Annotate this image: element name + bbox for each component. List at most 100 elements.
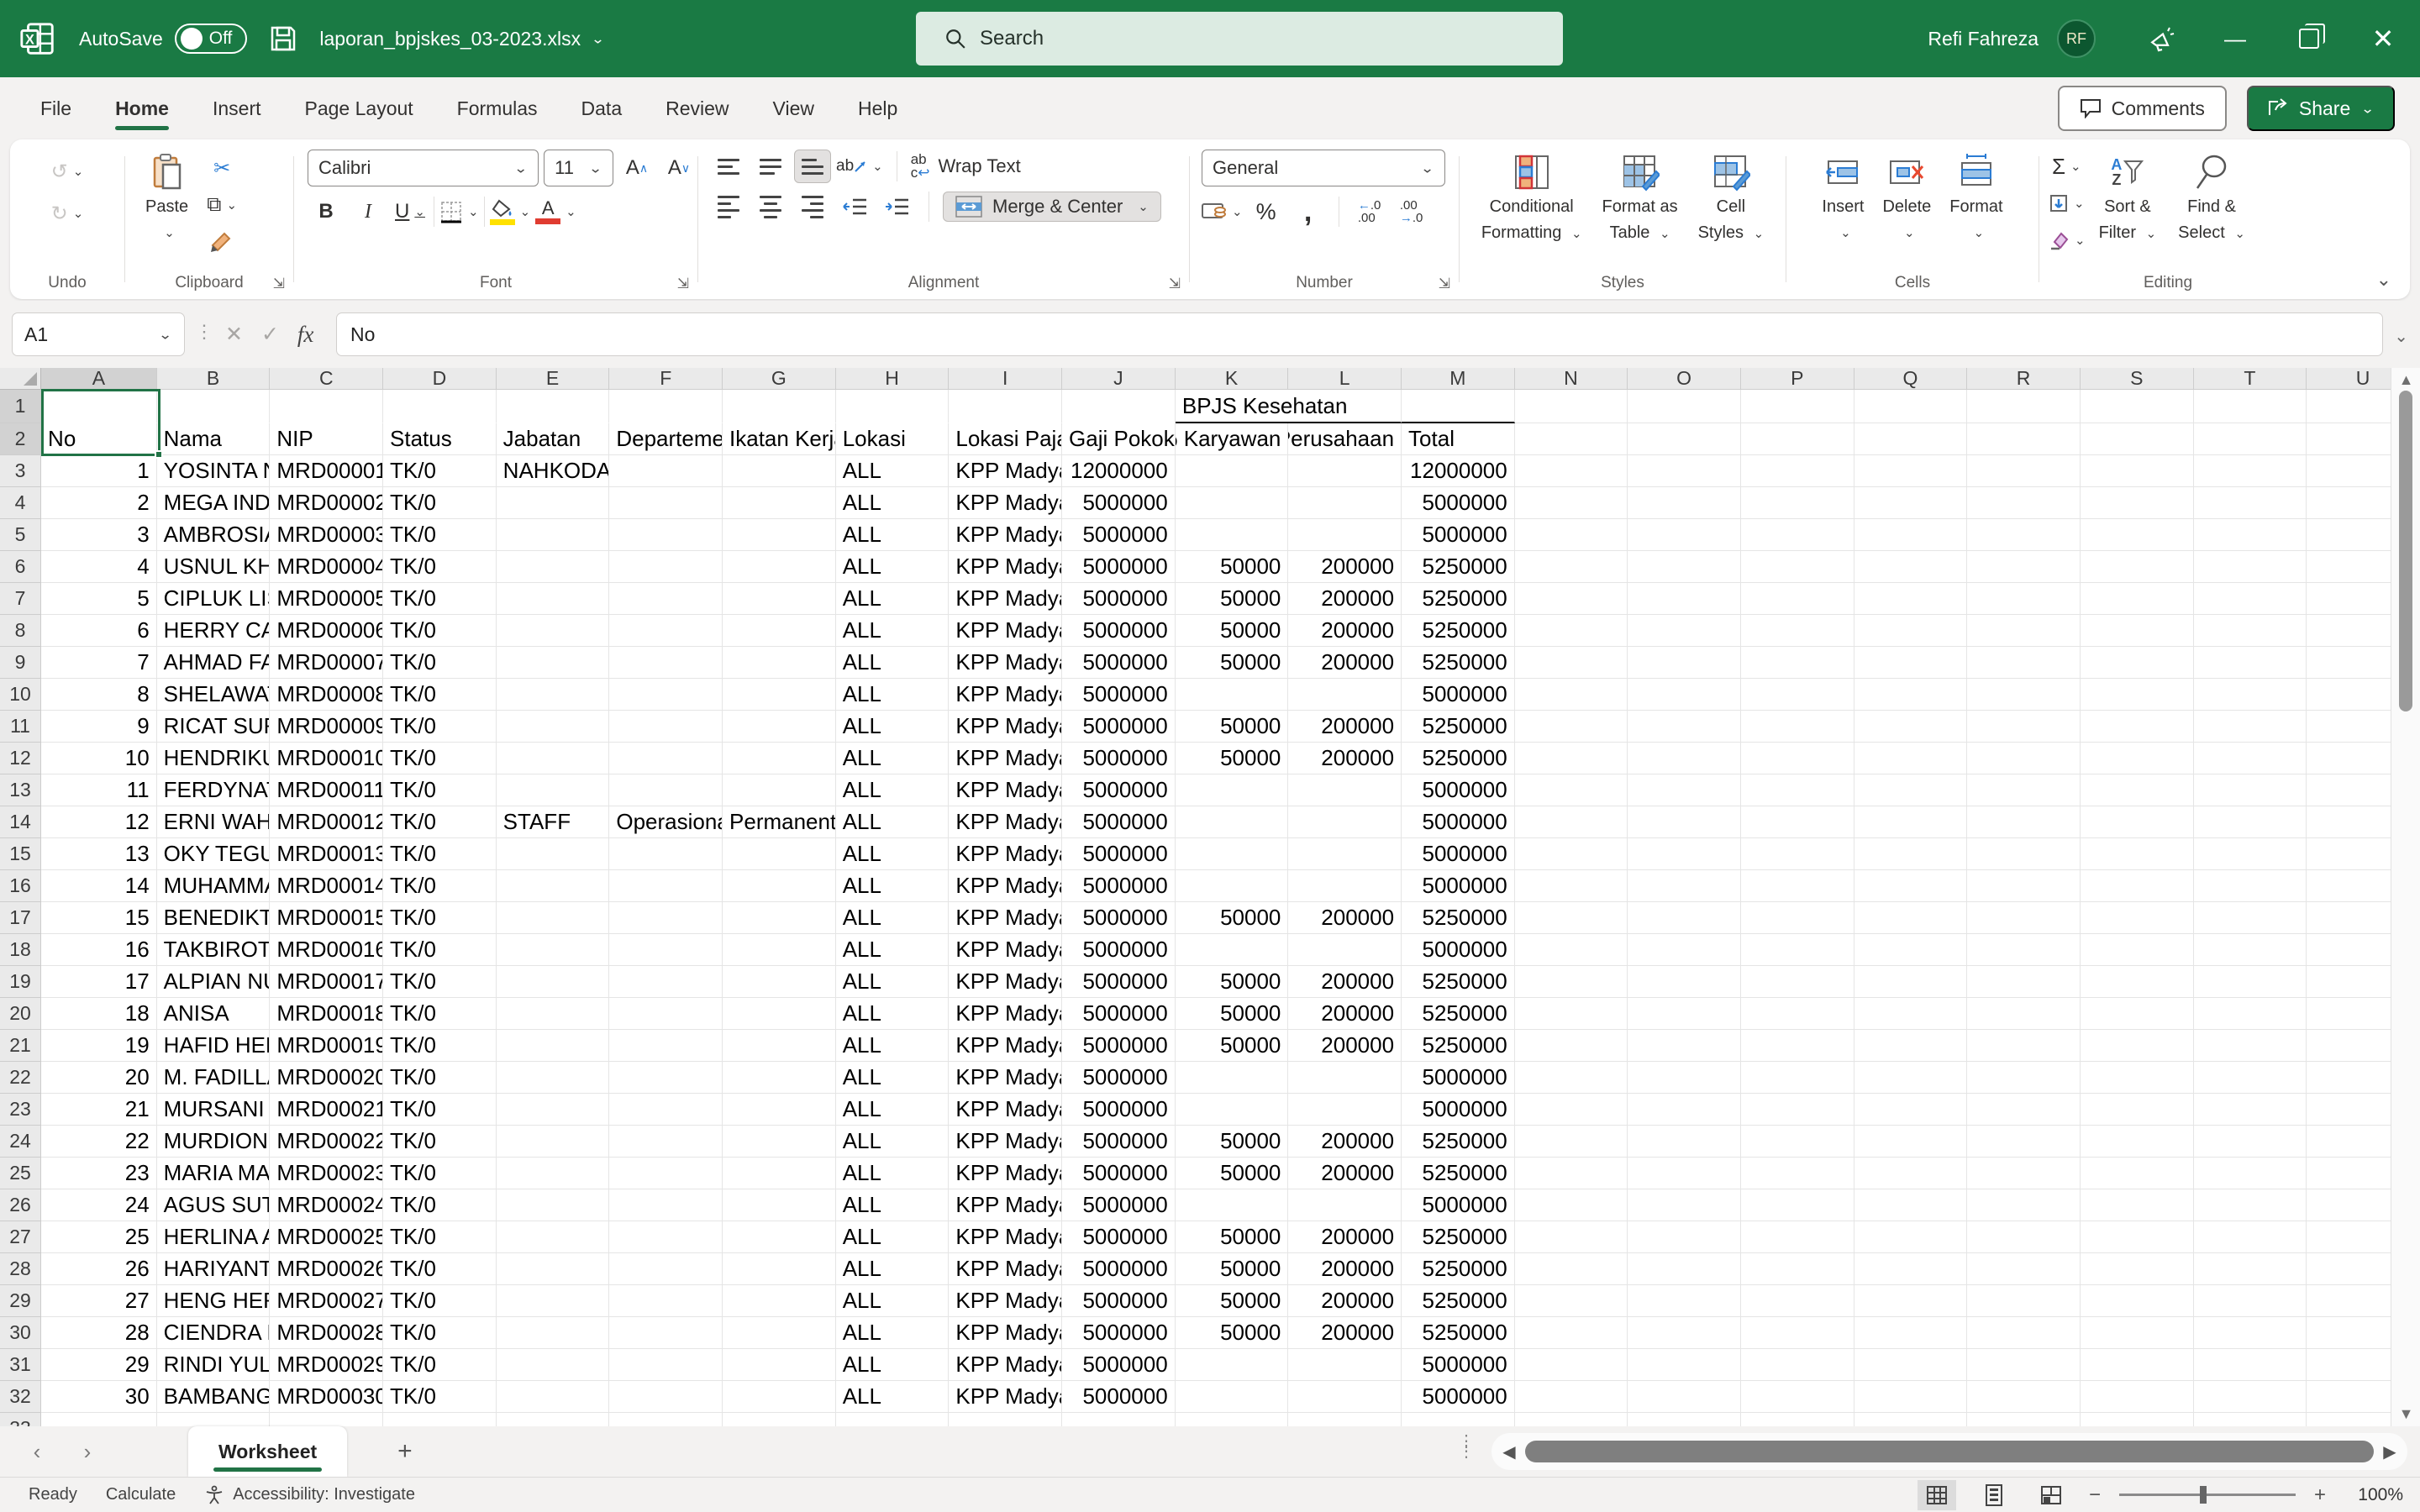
cell-I12[interactable]: KPP Madya bbox=[949, 743, 1062, 774]
cell-S12[interactable] bbox=[2081, 743, 2194, 774]
cell-B9[interactable]: AHMAD FA bbox=[157, 647, 271, 679]
cell-I14[interactable]: KPP Madya bbox=[949, 806, 1062, 838]
tab-help[interactable]: Help bbox=[836, 86, 919, 132]
cell-B15[interactable]: OKY TEGUH bbox=[157, 838, 271, 870]
cell-R21[interactable] bbox=[1967, 1030, 2081, 1062]
cell-A27[interactable]: 25 bbox=[41, 1221, 157, 1253]
cell-E5[interactable] bbox=[497, 519, 610, 551]
scrollbar-grip-icon[interactable]: ⋮⋮ bbox=[1458, 1436, 1475, 1457]
cell-H11[interactable]: ALL bbox=[836, 711, 950, 743]
cell-G16[interactable] bbox=[723, 870, 836, 902]
cell-C26[interactable]: MRD00024 bbox=[270, 1189, 383, 1221]
cell-E16[interactable] bbox=[497, 870, 610, 902]
cell-P25[interactable] bbox=[1741, 1158, 1854, 1189]
confirm-entry-icon[interactable]: ✓ bbox=[261, 322, 279, 347]
cell-S17[interactable] bbox=[2081, 902, 2194, 934]
cell-L31[interactable] bbox=[1288, 1349, 1402, 1381]
cell-H16[interactable]: ALL bbox=[836, 870, 950, 902]
document-title[interactable]: laporan_bpjskes_03-2023.xlsx ⌄ bbox=[319, 28, 604, 50]
cell-M16[interactable]: 5000000 bbox=[1402, 870, 1515, 902]
column-header-J[interactable]: J bbox=[1062, 368, 1176, 390]
cell-G15[interactable] bbox=[723, 838, 836, 870]
cell-L27[interactable]: 200000 bbox=[1288, 1221, 1402, 1253]
cell-H13[interactable]: ALL bbox=[836, 774, 950, 806]
autosum-icon[interactable]: Σ⌄ bbox=[2048, 150, 2086, 183]
cell-Q16[interactable] bbox=[1854, 870, 1968, 902]
cell-J7[interactable]: 5000000 bbox=[1062, 583, 1176, 615]
cell-B10[interactable]: SHELAWAT bbox=[157, 679, 271, 711]
cell-G20[interactable] bbox=[723, 998, 836, 1030]
column-header-I[interactable]: I bbox=[949, 368, 1062, 390]
cell-N30[interactable] bbox=[1515, 1317, 1628, 1349]
cell-R25[interactable] bbox=[1967, 1158, 2081, 1189]
cell-T13[interactable] bbox=[2194, 774, 2307, 806]
cell-N11[interactable] bbox=[1515, 711, 1628, 743]
tab-file[interactable]: File bbox=[18, 86, 93, 132]
increase-indent-icon[interactable] bbox=[878, 190, 915, 223]
cell-I4[interactable]: KPP Madya bbox=[949, 487, 1062, 519]
cell-M13[interactable]: 5000000 bbox=[1402, 774, 1515, 806]
cell-K29[interactable]: 50000 bbox=[1176, 1285, 1289, 1317]
decrease-decimal-icon[interactable]: .00→.0 bbox=[1393, 195, 1430, 228]
cell-G21[interactable] bbox=[723, 1030, 836, 1062]
cell-G13[interactable] bbox=[723, 774, 836, 806]
cell-N22[interactable] bbox=[1515, 1062, 1628, 1094]
row-header-10[interactable]: 10 bbox=[0, 679, 41, 711]
cell-C7[interactable]: MRD00005 bbox=[270, 583, 383, 615]
cell-O2[interactable] bbox=[1628, 423, 1741, 455]
cell-R19[interactable] bbox=[1967, 966, 2081, 998]
cell-G30[interactable] bbox=[723, 1317, 836, 1349]
cell-G31[interactable] bbox=[723, 1349, 836, 1381]
cell-H30[interactable]: ALL bbox=[836, 1317, 950, 1349]
cell-D5[interactable]: TK/0 bbox=[383, 519, 497, 551]
cell-S4[interactable] bbox=[2081, 487, 2194, 519]
status-calculate[interactable]: Calculate bbox=[106, 1485, 176, 1504]
cell-P27[interactable] bbox=[1741, 1221, 1854, 1253]
column-header-O[interactable]: O bbox=[1628, 368, 1741, 390]
cell-L18[interactable] bbox=[1288, 934, 1402, 966]
active-cell-selection[interactable] bbox=[41, 389, 160, 456]
cell-J29[interactable]: 5000000 bbox=[1062, 1285, 1176, 1317]
cell-Q18[interactable] bbox=[1854, 934, 1968, 966]
cell-D28[interactable]: TK/0 bbox=[383, 1253, 497, 1285]
cell-S18[interactable] bbox=[2081, 934, 2194, 966]
cell-F14[interactable]: Operasional bbox=[609, 806, 723, 838]
cell-B27[interactable]: HERLINA AI bbox=[157, 1221, 271, 1253]
cell-E23[interactable] bbox=[497, 1094, 610, 1126]
cell-A11[interactable]: 9 bbox=[41, 711, 157, 743]
vertical-scroll-thumb[interactable] bbox=[2399, 391, 2412, 711]
cell-S31[interactable] bbox=[2081, 1349, 2194, 1381]
cell-O31[interactable] bbox=[1628, 1349, 1741, 1381]
cell-E13[interactable] bbox=[497, 774, 610, 806]
cell-I22[interactable]: KPP Madya bbox=[949, 1062, 1062, 1094]
scroll-left-icon[interactable]: ◀ bbox=[1498, 1441, 1520, 1462]
row-header-29[interactable]: 29 bbox=[0, 1285, 41, 1317]
zoom-level[interactable]: 100% bbox=[2344, 1485, 2403, 1505]
cell-C21[interactable]: MRD00019 bbox=[270, 1030, 383, 1062]
cell-R30[interactable] bbox=[1967, 1317, 2081, 1349]
cell-G22[interactable] bbox=[723, 1062, 836, 1094]
cell-J27[interactable]: 5000000 bbox=[1062, 1221, 1176, 1253]
cell-R20[interactable] bbox=[1967, 998, 2081, 1030]
cell-A13[interactable]: 11 bbox=[41, 774, 157, 806]
cell-S29[interactable] bbox=[2081, 1285, 2194, 1317]
cell-D31[interactable]: TK/0 bbox=[383, 1349, 497, 1381]
expand-formula-bar-icon[interactable]: ⌄ bbox=[2394, 326, 2408, 347]
cell-Q32[interactable] bbox=[1854, 1381, 1968, 1413]
cell-B31[interactable]: RINDI YULIT bbox=[157, 1349, 271, 1381]
cell-R10[interactable] bbox=[1967, 679, 2081, 711]
cell-M7[interactable]: 5250000 bbox=[1402, 583, 1515, 615]
increase-font-icon[interactable]: A∧ bbox=[618, 151, 655, 185]
cell-N6[interactable] bbox=[1515, 551, 1628, 583]
row-header-22[interactable]: 22 bbox=[0, 1062, 41, 1094]
cell-I3[interactable]: KPP Madya bbox=[949, 455, 1062, 487]
autosave-toggle[interactable]: Off bbox=[175, 24, 248, 54]
cell-L6[interactable]: 200000 bbox=[1288, 551, 1402, 583]
cell-Q23[interactable] bbox=[1854, 1094, 1968, 1126]
cell-N1[interactable] bbox=[1515, 390, 1628, 423]
cell-H1[interactable] bbox=[836, 390, 950, 423]
cell-A20[interactable]: 18 bbox=[41, 998, 157, 1030]
cell-S15[interactable] bbox=[2081, 838, 2194, 870]
cell-K6[interactable]: 50000 bbox=[1176, 551, 1289, 583]
select-all-corner[interactable] bbox=[0, 368, 41, 390]
